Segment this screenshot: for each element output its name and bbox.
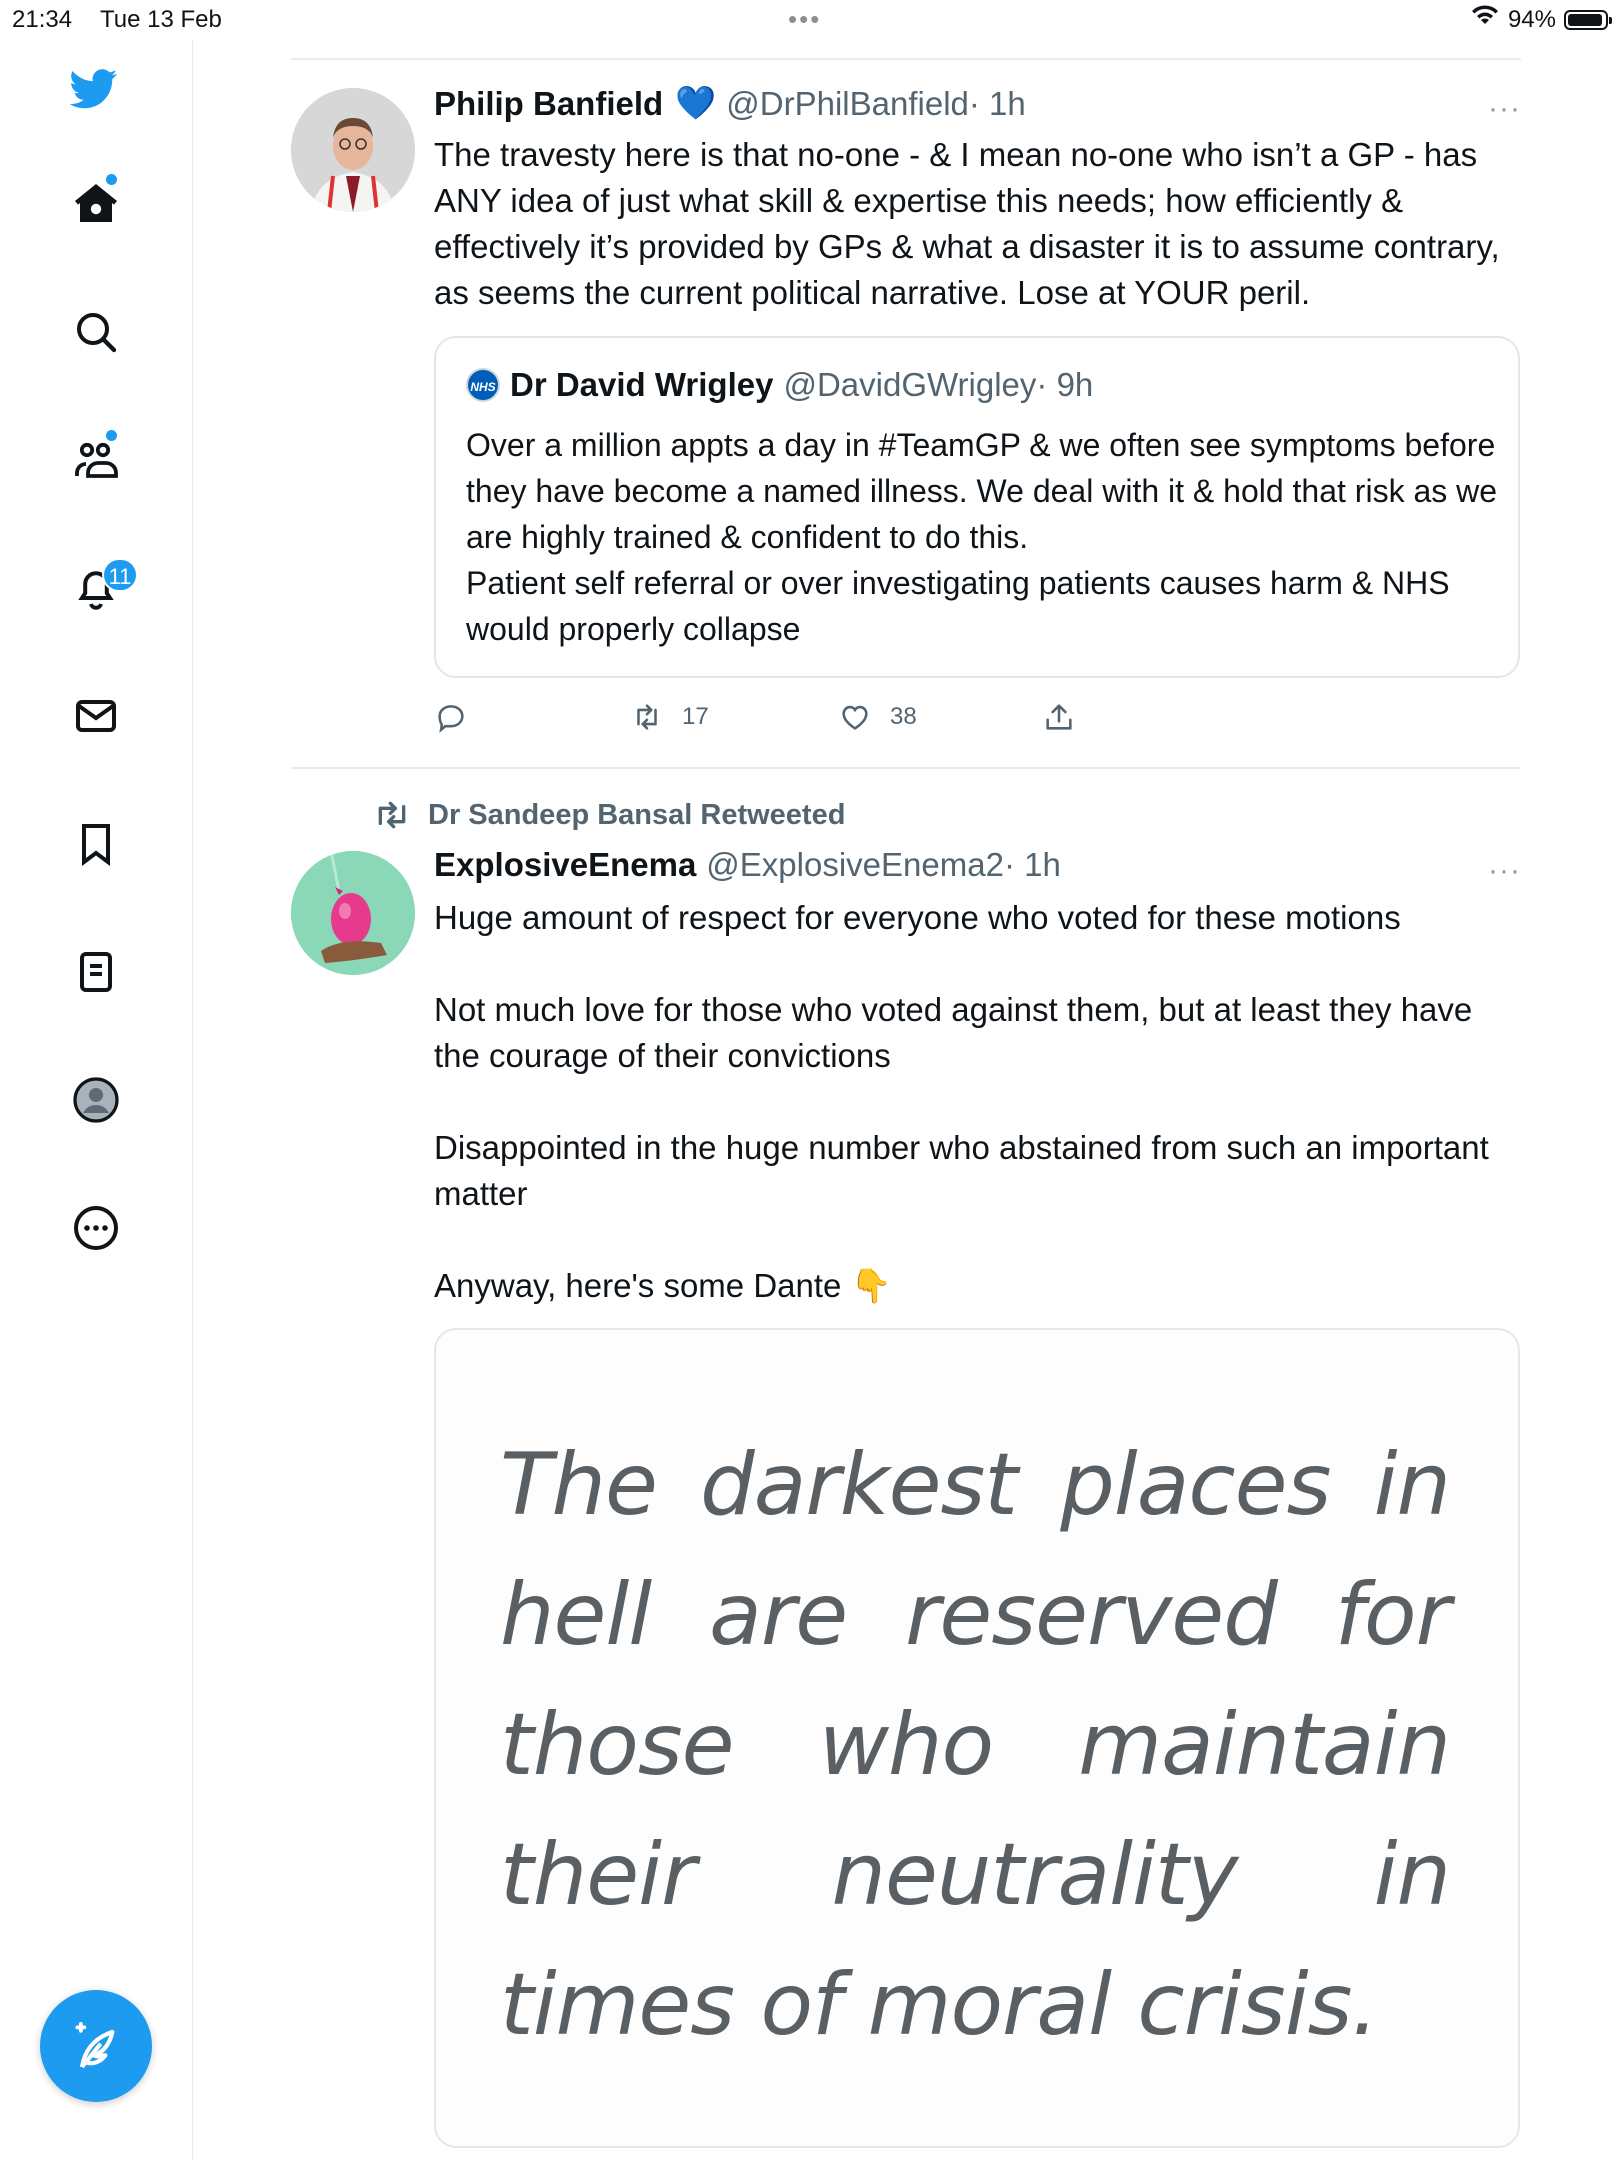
author-name[interactable]: ExplosiveEnema — [434, 846, 696, 884]
battery-percent: 94% — [1507, 5, 1556, 33]
retweet-count: 17 — [682, 703, 709, 730]
retweeted-by-line[interactable]: Dr Sandeep Bansal Retweeted — [372, 798, 845, 832]
search-icon[interactable] — [72, 308, 120, 356]
tweet-actions: 17 38 — [434, 700, 1134, 740]
quoted-author-name: Dr David Wrigley — [510, 366, 774, 403]
tweet-text: Huge amount of respect for everyone who … — [434, 899, 1489, 1304]
sidebar: 11 — [0, 40, 193, 2160]
twitter-logo-icon[interactable] — [69, 64, 118, 112]
tweet-header: ExplosiveEnema @ExplosiveEnema2 · 1h — [434, 846, 1061, 884]
tweet-text: The travesty here is that no-one - & I m… — [434, 136, 1500, 311]
reply-icon — [438, 705, 464, 733]
tweet-header: Philip Banfield 💙 @DrPhilBanfield · 1h — [434, 84, 1026, 123]
share-button[interactable] — [1042, 700, 1076, 734]
status-bar: 21:34 Tue 13 Feb ••• 94% — [0, 0, 1620, 40]
battery-fill — [1568, 13, 1602, 26]
timeline-divider — [291, 767, 1521, 769]
avatar[interactable] — [291, 88, 415, 212]
quoted-tweet-header: NHS Dr David Wrigley @DavidGWrigley · 9h — [466, 366, 1093, 404]
profile-avatar-icon[interactable] — [72, 1076, 120, 1124]
author-handle[interactable]: @ExplosiveEnema2 — [706, 846, 1004, 884]
timeline-divider — [291, 58, 1521, 60]
retweet-icon — [378, 801, 406, 829]
reply-button[interactable] — [434, 700, 468, 734]
list-icon[interactable] — [72, 948, 120, 996]
more-circle-icon[interactable] — [72, 1204, 120, 1252]
home-new-dot — [106, 174, 117, 185]
bookmark-icon[interactable] — [72, 820, 120, 868]
status-time: 21:34 — [12, 6, 73, 33]
compose-feather-icon — [75, 2021, 115, 2069]
like-count: 38 — [890, 703, 917, 730]
quoted-tweet-time: · 9h — [1036, 366, 1094, 403]
compose-tweet-button[interactable] — [40, 1990, 152, 2102]
envelope-icon[interactable] — [72, 692, 120, 740]
quoted-tweet[interactable]: NHS Dr David Wrigley @DavidGWrigley · 9h… — [434, 336, 1520, 678]
more-options-icon[interactable]: ··· — [1488, 856, 1520, 886]
like-button[interactable]: 38 — [838, 700, 917, 734]
nhs-logo-avatar: NHS — [466, 368, 500, 402]
blue-heart-emoji: 💙 — [675, 84, 717, 121]
share-icon — [1046, 704, 1072, 730]
tweet-image[interactable]: The darkest places in hell are reserved … — [434, 1328, 1520, 2148]
dante-quote-image-text: The darkest places in hell are reserved … — [500, 1435, 1451, 2055]
author-name[interactable]: Philip Banfield — [434, 85, 663, 123]
heart-icon — [842, 705, 868, 730]
status-date: Tue 13 Feb — [100, 6, 222, 33]
tweet-time[interactable]: · 1h — [969, 85, 1026, 123]
quoted-tweet-text: Over a million appts a day in #TeamGP & … — [466, 427, 1498, 647]
notifications-badge: 11 — [102, 558, 138, 592]
retweet-icon — [637, 704, 657, 730]
battery-icon — [1564, 9, 1612, 30]
more-options-icon[interactable]: ··· — [1488, 94, 1520, 124]
wifi-icon — [1470, 4, 1500, 35]
status-right: 94% — [1470, 4, 1612, 35]
tweet-time[interactable]: · 1h — [1004, 846, 1061, 884]
retweet-button[interactable]: 17 — [630, 700, 709, 734]
communities-icon[interactable] — [72, 436, 120, 484]
quoted-author-handle: @DavidGWrigley — [783, 366, 1037, 403]
retweeted-by-text: Dr Sandeep Bansal Retweeted — [428, 798, 846, 831]
communities-new-dot — [106, 430, 117, 441]
home-icon[interactable] — [72, 180, 120, 228]
multitasking-dots-icon[interactable]: ••• — [788, 4, 821, 35]
avatar[interactable] — [291, 851, 415, 975]
author-handle[interactable]: @DrPhilBanfield — [726, 85, 969, 123]
